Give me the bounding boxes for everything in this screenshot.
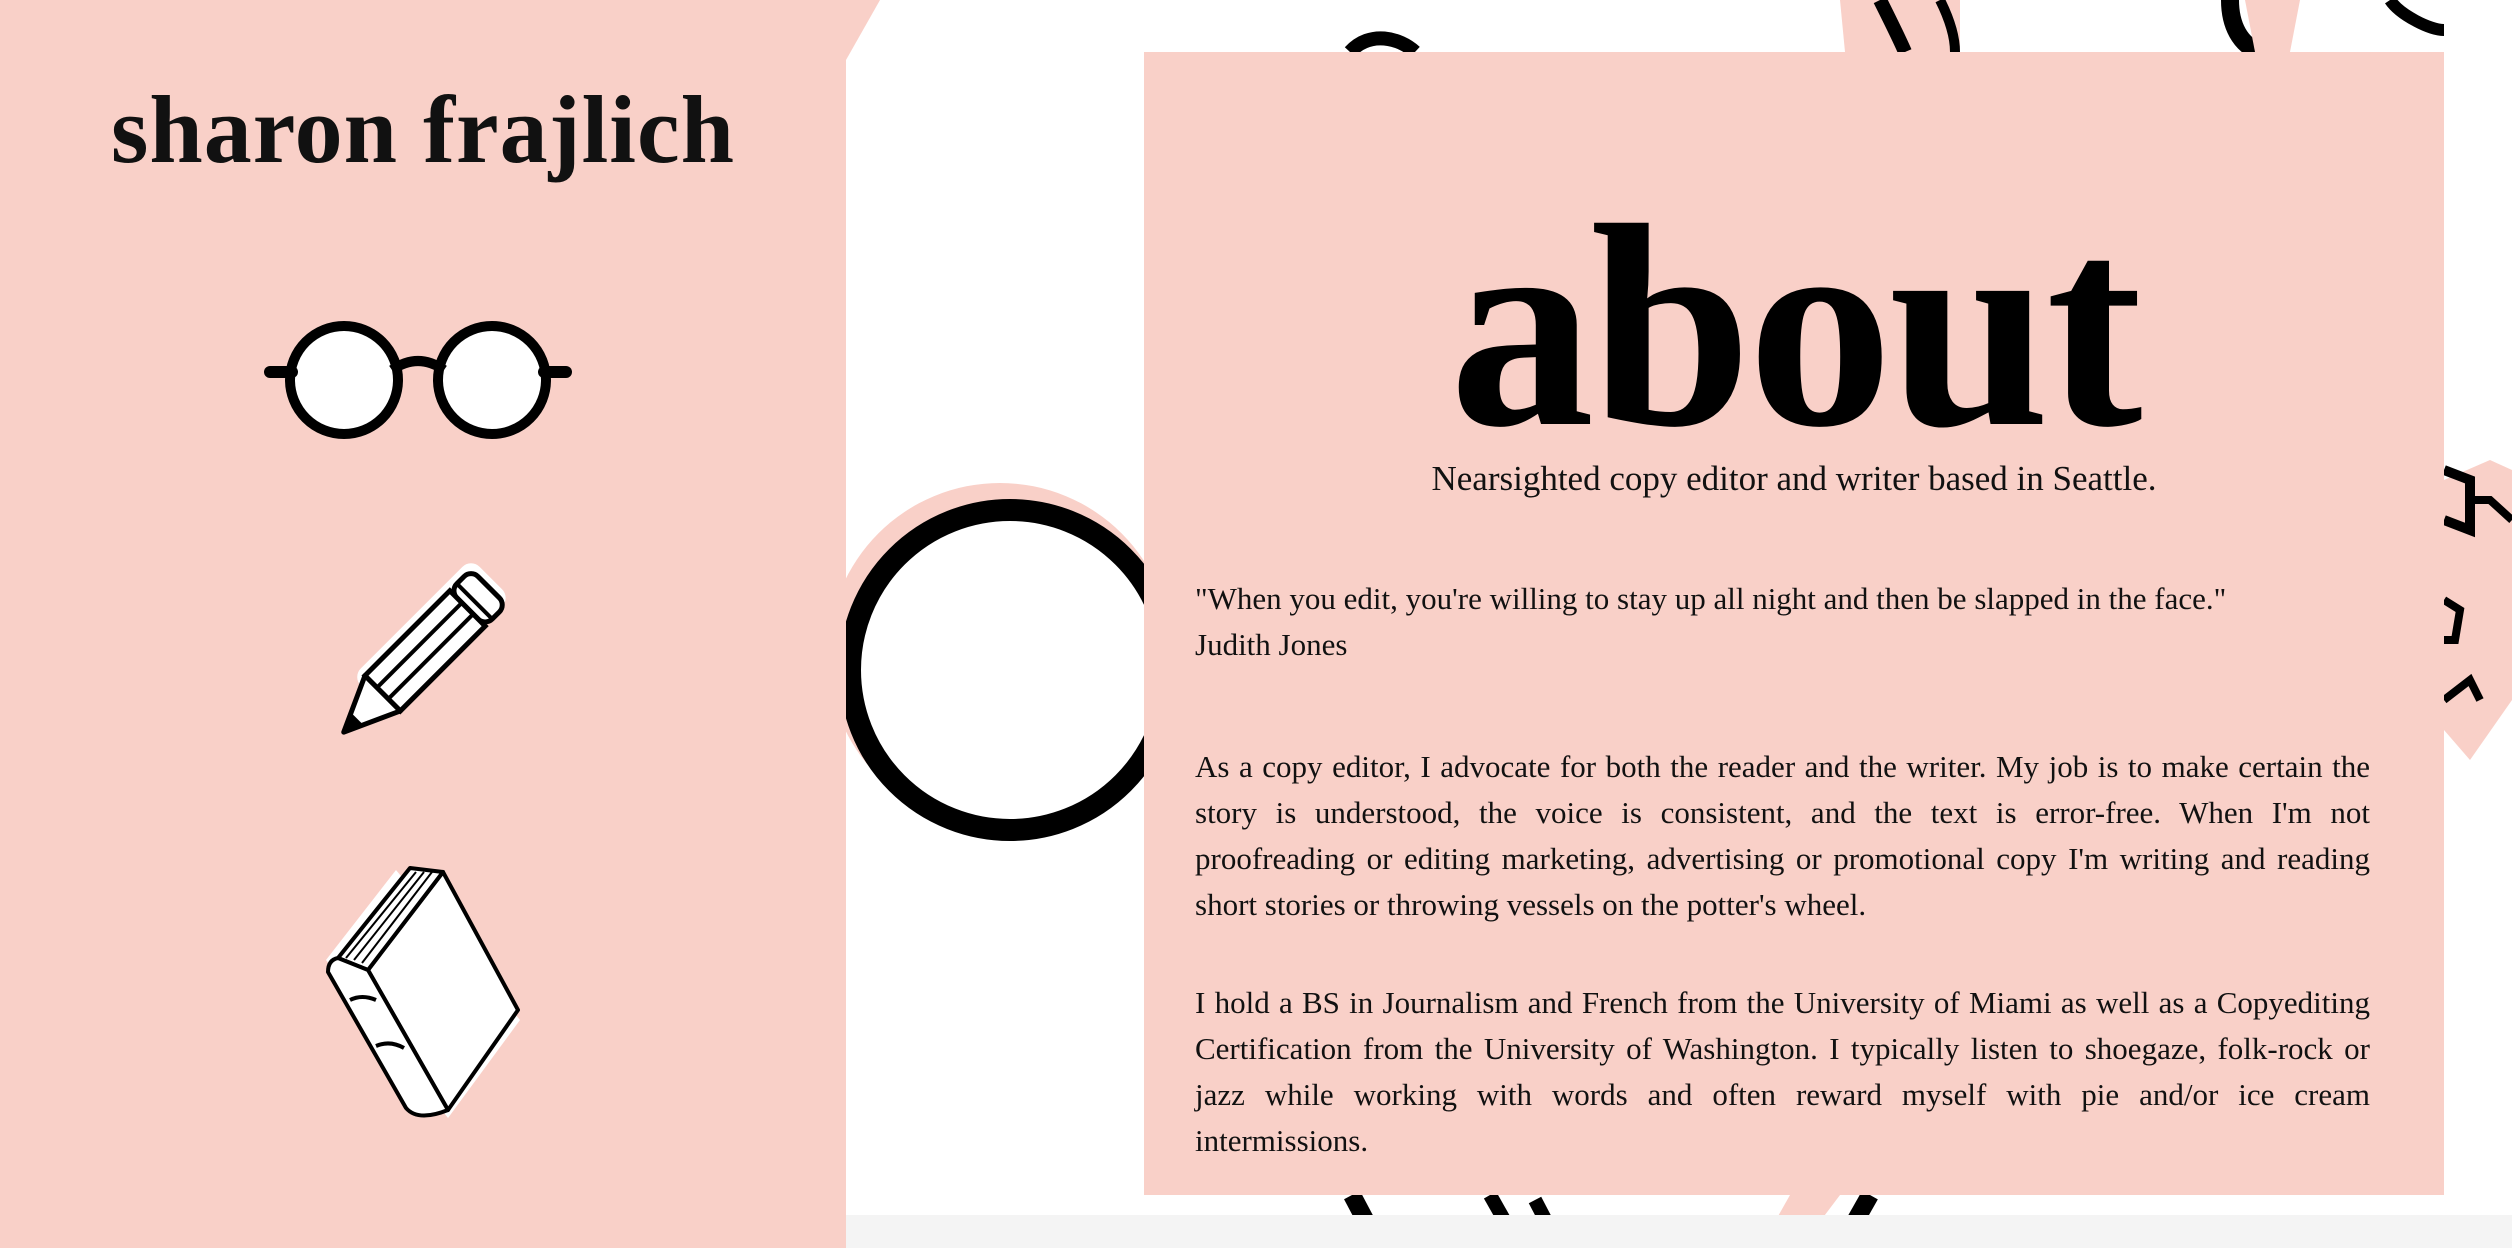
background-glasses-doodle xyxy=(828,483,1181,841)
glasses-icon[interactable] xyxy=(262,310,582,450)
page: sharon frajlich about Nearsighted copy e… xyxy=(0,0,2512,1248)
page-heading: about xyxy=(1449,166,2142,487)
site-title[interactable]: sharon frajlich xyxy=(0,70,846,190)
pencil-icon[interactable] xyxy=(318,560,518,770)
bio-paragraph: As a copy editor, I advocate for both th… xyxy=(1195,749,2370,922)
education-paragraph: I hold a BS in Journalism and French fro… xyxy=(1195,985,2370,1158)
quote-text: "When you edit, you're willing to stay u… xyxy=(1195,581,2227,616)
book-icon[interactable] xyxy=(318,860,528,1130)
quote-block: "When you edit, you're willing to stay u… xyxy=(1195,576,2370,668)
quote-author: Judith Jones xyxy=(1195,627,1348,662)
sidebar: sharon frajlich xyxy=(0,0,846,1248)
about-card: about Nearsighted copy editor and writer… xyxy=(1144,52,2444,1195)
tagline: Nearsighted copy editor and writer based… xyxy=(1431,459,2157,498)
